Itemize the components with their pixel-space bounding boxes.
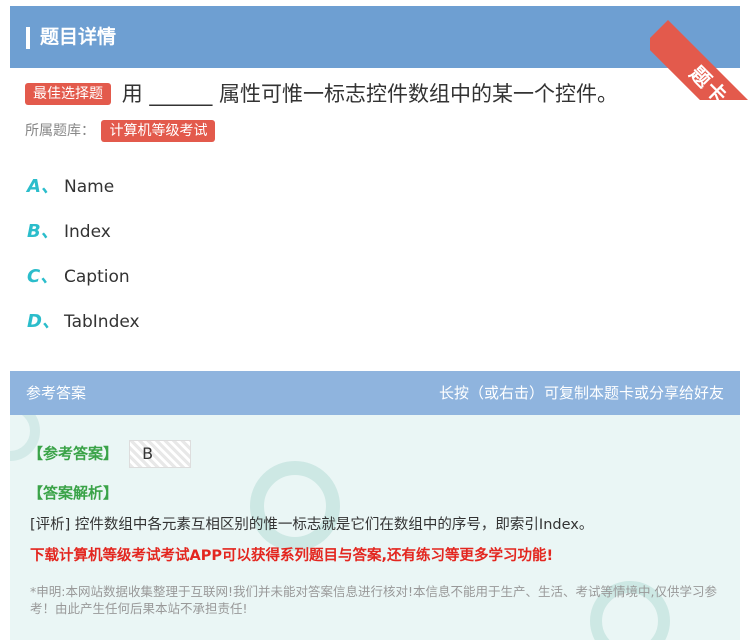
option-text: Index xyxy=(64,222,111,242)
source-label: 所属题库： xyxy=(25,123,95,139)
share-hint: 长按（或右击）可复制本题卡或分享给好友 xyxy=(438,384,724,402)
answer-panel[interactable]: 参考答案 长按（或右击）可复制本题卡或分享给好友 【参考答案】 B 【答案解析】… xyxy=(10,371,740,640)
option-letter: C、 xyxy=(27,266,59,287)
option-c[interactable]: C、 Caption xyxy=(27,262,130,292)
reference-answer-label: 【参考答案】 xyxy=(28,444,119,463)
option-b[interactable]: B、 Index xyxy=(27,217,111,247)
watermark-logo-icon xyxy=(250,461,340,551)
option-text: Caption xyxy=(64,267,130,287)
answer-panel-title: 参考答案 xyxy=(26,384,87,402)
option-letter: B、 xyxy=(27,221,59,242)
option-text: Name xyxy=(64,177,115,197)
page-title: 题目详情 xyxy=(40,26,117,48)
option-letter: D、 xyxy=(27,311,60,332)
option-d[interactable]: D、 TabIndex xyxy=(27,307,140,337)
option-a[interactable]: A、 Name xyxy=(27,172,114,202)
disclaimer-text: *申明:本网站数据收集整理于互联网!我们并未能对答案信息进行核对!本信息不能用于… xyxy=(30,584,717,616)
app-download-promo[interactable]: 下载计算机等级考试考试APP可以获得系列题目与答案,还有练习等更多学习功能! xyxy=(30,545,730,567)
answer-panel-header: 参考答案 长按（或右击）可复制本题卡或分享给好友 xyxy=(10,371,740,415)
header-accent-bar xyxy=(26,27,30,49)
reference-answer-value: B xyxy=(129,440,192,468)
analysis-label: 【答案解析】 xyxy=(28,484,119,502)
question-text: 用 ______ 属性可惟一标志控件数组中的某一个控件。 xyxy=(121,82,619,106)
option-letter: A、 xyxy=(27,176,59,197)
source-bank-badge[interactable]: 计算机等级考试 xyxy=(101,120,216,142)
page-header: 题目详情 xyxy=(10,6,740,68)
question-source: 所属题库： 计算机等级考试 xyxy=(25,120,216,142)
question-stem: 最佳选择题 用 ______ 属性可惟一标志控件数组中的某一个控件。 xyxy=(25,80,735,108)
question-type-badge: 最佳选择题 xyxy=(25,83,111,105)
analysis-text: [评析] 控件数组中各元素互相区别的惟一标志就是它们在数组中的序号，即索引Ind… xyxy=(30,517,594,533)
reference-answer-row: 【参考答案】 B xyxy=(28,440,192,468)
option-text: TabIndex xyxy=(64,312,140,332)
